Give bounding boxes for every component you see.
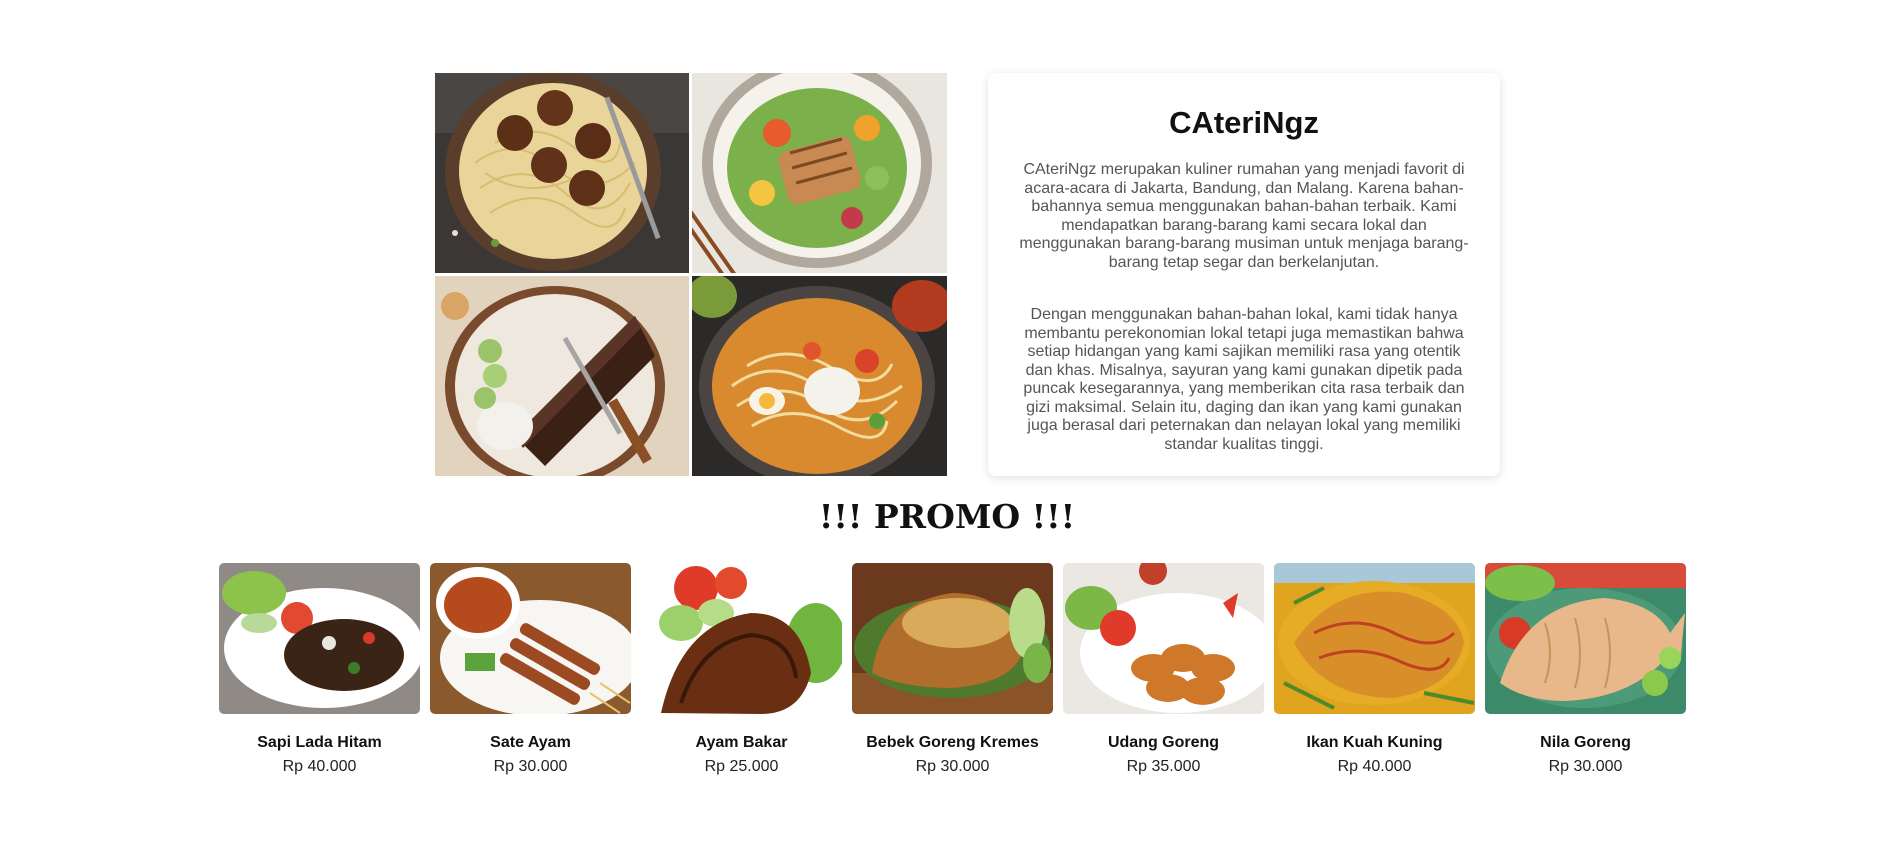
noodle-soup-photo	[692, 276, 947, 476]
promo-item-bebek-goreng-kremes[interactable]: Bebek Goreng Kremes Rp 30.000	[852, 563, 1053, 776]
promo-item-price: Rp 40.000	[1337, 758, 1412, 775]
promo-item-ikan-kuah-kuning[interactable]: Ikan Kuah Kuning Rp 40.000	[1274, 563, 1475, 776]
bebek-goreng-kremes-photo	[852, 563, 1053, 714]
grilled-chicken-salad-photo	[692, 73, 947, 273]
promo-list: Sapi Lada Hitam Rp 40.000 Sate Ayam Rp 3…	[219, 563, 1686, 776]
spaghetti-meatballs-photo	[435, 73, 689, 273]
promo-item-name: Ikan Kuah Kuning	[1306, 734, 1443, 751]
ikan-kuah-kuning-photo	[1274, 563, 1475, 714]
brand-title: CAteriNgz	[1169, 105, 1319, 140]
promo-item-name: Nila Goreng	[1540, 734, 1631, 751]
promo-item-price: Rp 25.000	[704, 758, 779, 775]
promo-item-price: Rp 30.000	[1548, 758, 1623, 775]
promo-item-name: Udang Goreng	[1107, 734, 1220, 751]
promo-item-name: Bebek Goreng Kremes	[866, 734, 1039, 751]
ayam-bakar-photo	[641, 563, 842, 714]
sate-ayam-photo	[430, 563, 631, 714]
udang-goreng-photo	[1063, 563, 1264, 714]
promo-item-price: Rp 35.000	[1126, 758, 1201, 775]
promo-item-name: Sate Ayam	[490, 734, 571, 751]
promo-item-udang-goreng[interactable]: Udang Goreng Rp 35.000	[1063, 563, 1264, 776]
promo-item-nila-goreng[interactable]: Nila Goreng Rp 30.000	[1485, 563, 1686, 776]
about-paragraph-2: Dengan menggunakan bahan-bahan lokal, ka…	[1023, 306, 1465, 453]
promo-item-price: Rp 40.000	[282, 758, 357, 775]
promo-item-sate-ayam[interactable]: Sate Ayam Rp 30.000	[430, 563, 631, 776]
chocolate-cake-photo	[435, 276, 689, 476]
promo-item-name: Sapi Lada Hitam	[257, 734, 382, 751]
promo-item-price: Rp 30.000	[915, 758, 990, 775]
sapi-lada-hitam-photo	[219, 563, 420, 714]
promo-item-name: Ayam Bakar	[695, 734, 788, 751]
promo-item-sapi-lada-hitam[interactable]: Sapi Lada Hitam Rp 40.000	[219, 563, 420, 776]
about-paragraph-1: CAteriNgz merupakan kuliner rumahan yang…	[1019, 161, 1469, 271]
promo-item-price: Rp 30.000	[493, 758, 568, 775]
hero-food-collage	[435, 73, 947, 476]
page: CAteriNgz CAteriNgz merupakan kuliner ru…	[0, 0, 1894, 849]
nila-goreng-photo	[1485, 563, 1686, 714]
promo-item-ayam-bakar[interactable]: Ayam Bakar Rp 25.000	[641, 563, 842, 776]
about-card: CAteriNgz CAteriNgz merupakan kuliner ru…	[988, 73, 1500, 476]
promo-heading: !!! PROMO !!!	[818, 497, 1076, 536]
